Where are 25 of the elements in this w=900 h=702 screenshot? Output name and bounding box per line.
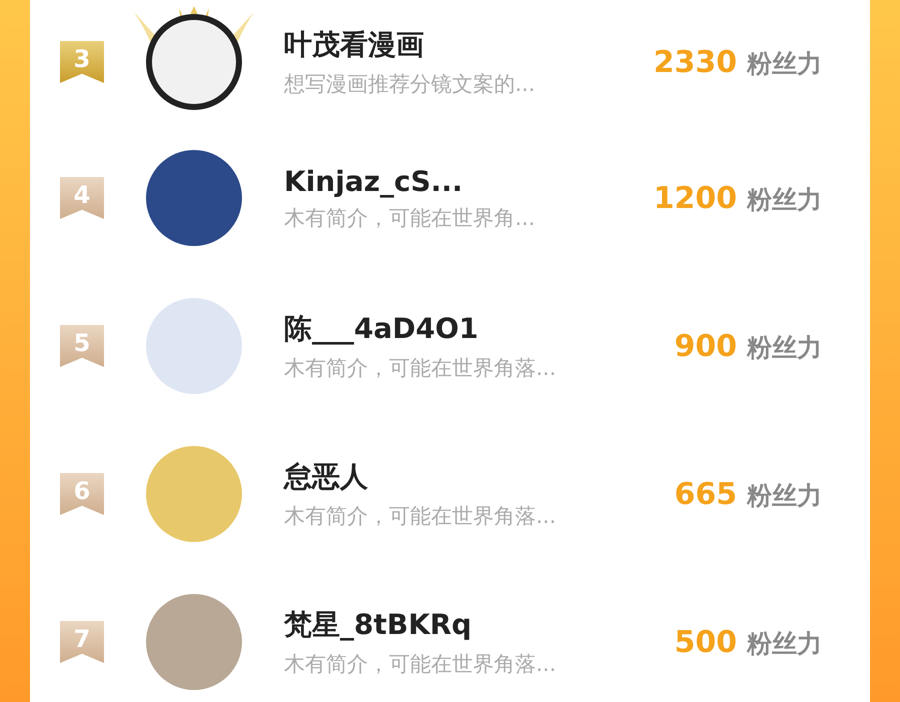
rank-ribbon: 5 [60,325,104,367]
user-name[interactable]: 怠恶人 [284,458,644,496]
fan-score-label: 粉丝力 [747,332,822,364]
fan-score: 665 [674,476,737,512]
rank-ribbon: 3 [60,41,104,83]
fan-score: 500 [674,624,737,660]
user-bio: 木有简介，可能在世界角... [284,204,536,232]
user-name[interactable]: 叶茂看漫画 [284,26,644,64]
fan-score: 2330 [654,44,737,80]
fan-score: 1200 [654,180,737,216]
user-bio: 木有简介，可能在世界角落... [284,503,558,530]
fan-score: 900 [674,328,737,364]
user-name[interactable]: 梵星_8tBKRq [284,606,644,644]
fan-score-label: 粉丝力 [747,48,822,80]
user-name[interactable]: 陈___4aD4O1 [284,310,644,348]
user-bio: 木有简介，可能在世界角落... [284,355,558,382]
rank-ribbon: 6 [60,473,104,515]
rank-ribbon: 4 [60,177,104,219]
fan-score-label: 粉丝力 [747,480,822,512]
fan-score-label: 粉丝力 [747,628,822,660]
fan-score-label: 粉丝力 [747,184,822,216]
rank-ribbon: 7 [60,621,104,663]
user-name[interactable]: Kinjaz_cS... [284,164,644,198]
user-bio: 木有简介，可能在世界角落... [284,651,558,678]
user-bio: 想写漫画推荐分镜文案的... [284,71,536,98]
